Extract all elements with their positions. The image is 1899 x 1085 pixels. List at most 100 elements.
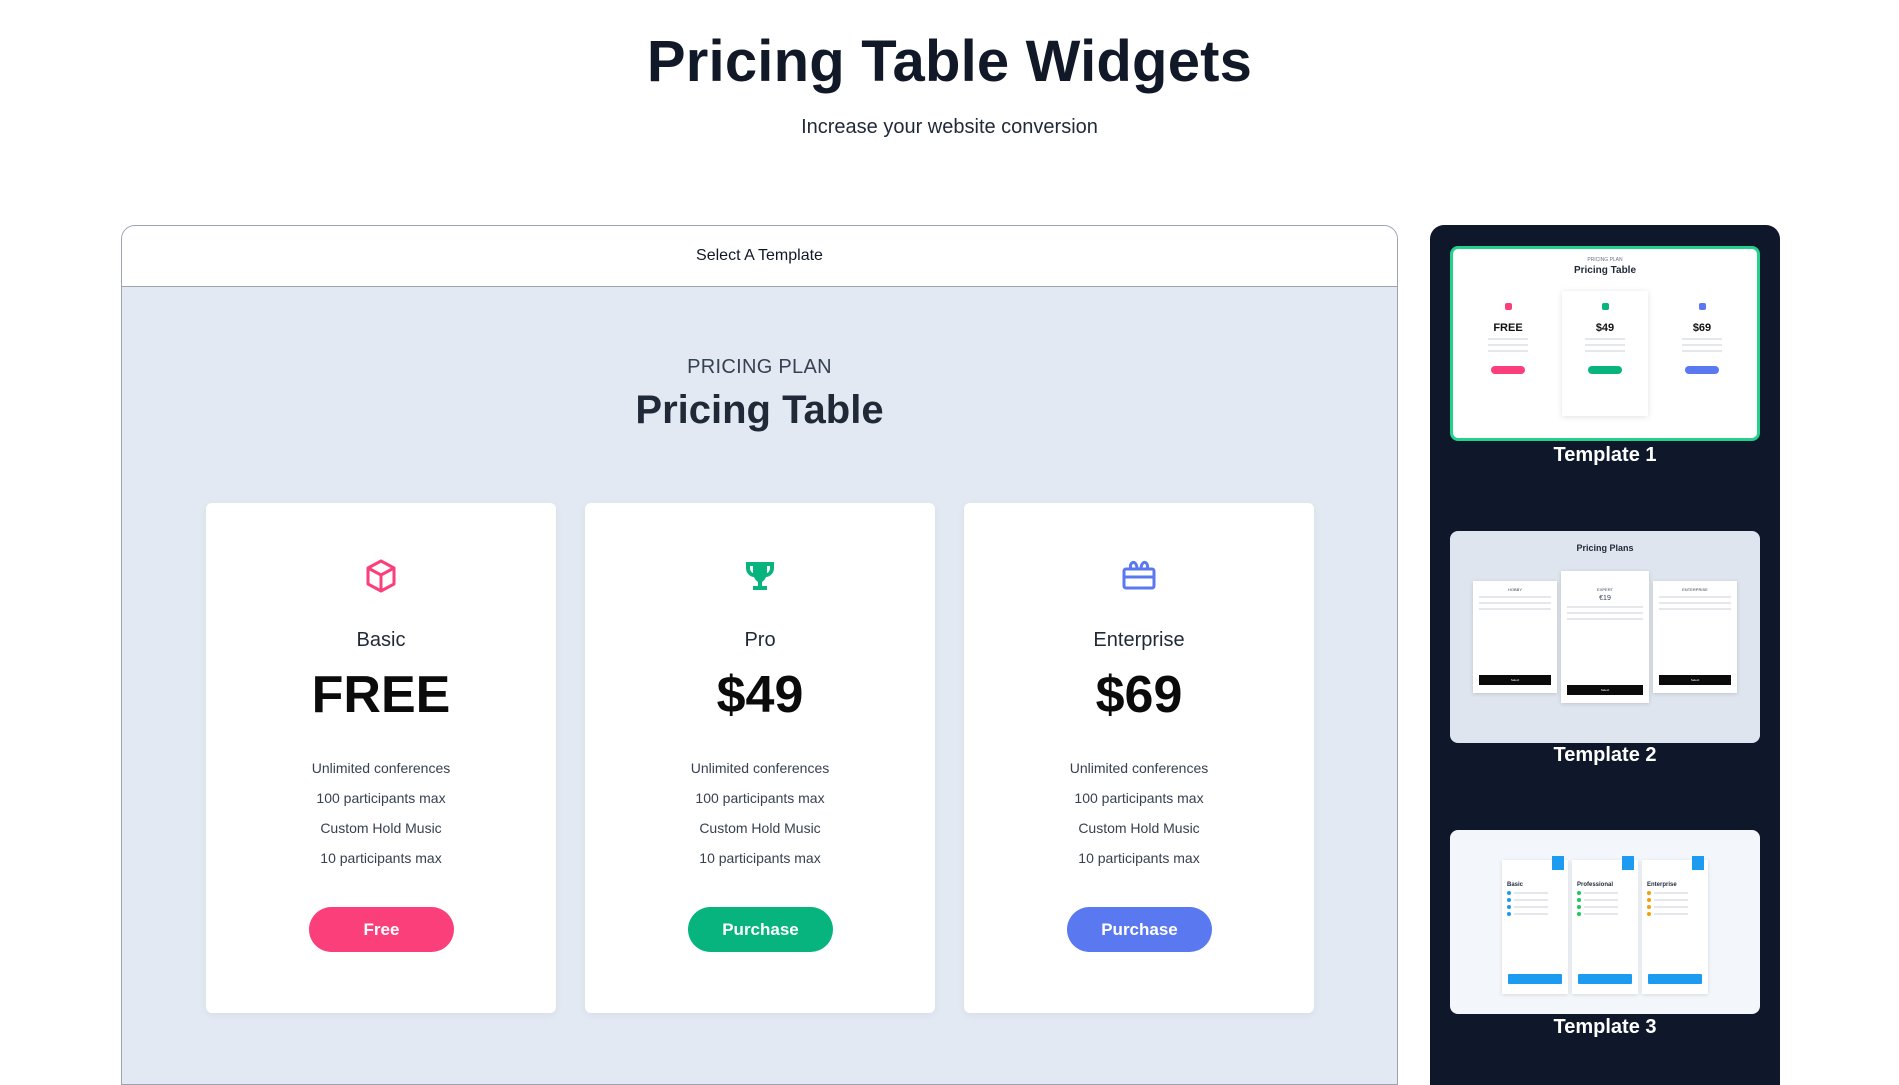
thumb-feature-line <box>1488 350 1528 352</box>
thumb-feature-line <box>1659 602 1731 604</box>
feature-item: Unlimited conferences <box>1069 760 1209 776</box>
feature-item: Custom Hold Music <box>1078 820 1200 836</box>
template-3-thumbnail[interactable]: Basic Professional Enterprise <box>1450 830 1760 1014</box>
template-2-label[interactable]: Template 2 <box>1430 744 1780 767</box>
trophy-icon <box>1601 303 1609 310</box>
thumb-title: Pricing Table <box>1573 265 1637 276</box>
plan-name: Basic <box>356 629 406 651</box>
feature-list: Unlimited conferences 100 participants m… <box>206 757 556 877</box>
thumb-feature-line <box>1479 596 1551 598</box>
thumb-plan-name: ENTERPRISE <box>1682 587 1708 592</box>
purchase-button-enterprise[interactable]: Purchase <box>1067 907 1212 952</box>
thumb-cta <box>1491 366 1525 374</box>
thumb-plan-card: Basic <box>1502 856 1568 994</box>
template-sidebar: PRICING PLAN Pricing Table FREE $49 $69 <box>1430 225 1780 1085</box>
feature-item: Custom Hold Music <box>699 820 821 836</box>
thumb-plan-price: €19 <box>1599 595 1611 602</box>
feature-item: 100 participants max <box>316 790 446 806</box>
thumb-plan-name: Basic <box>1507 882 1524 888</box>
pricing-plan-eyebrow: PRICING PLAN <box>687 356 832 378</box>
thumb-title: Pricing Plans <box>1576 543 1634 553</box>
bookmark-icon <box>1692 856 1704 870</box>
pricing-card-basic: Basic FREE Unlimited conferences 100 par… <box>206 503 556 1013</box>
cube-icon <box>206 558 556 598</box>
thumb-feature-line <box>1682 350 1722 352</box>
template-1-label[interactable]: Template 1 <box>1430 444 1780 467</box>
template-preview: Select A Template PRICING PLAN Pricing T… <box>121 225 1398 1085</box>
bookmark-icon <box>1622 856 1634 870</box>
select-template-label: Select A Template <box>696 247 823 264</box>
bookmark-icon <box>1552 856 1564 870</box>
feature-list: Unlimited conferences 100 participants m… <box>964 757 1314 877</box>
thumb-plan-card: HOBBY Select <box>1473 581 1557 693</box>
thumb-plan-card: EXPERT €19 Select <box>1561 571 1649 703</box>
thumb-cta <box>1588 366 1622 374</box>
pricing-card-enterprise: Enterprise $69 Unlimited conferences 100… <box>964 503 1314 1013</box>
feature-item: 10 participants max <box>320 850 442 866</box>
thumb-eyebrow: PRICING PLAN <box>1587 257 1623 263</box>
feature-item: Unlimited conferences <box>311 760 451 776</box>
thumb-feature-line <box>1585 338 1625 340</box>
feature-item: Custom Hold Music <box>320 820 442 836</box>
thumb-feature-line <box>1567 606 1643 608</box>
thumb-feature-line <box>1479 602 1551 604</box>
thumb-plan-name <box>1659 315 1745 320</box>
plan-name: Pro <box>744 629 776 651</box>
template-1-thumbnail[interactable]: PRICING PLAN Pricing Table FREE $49 $69 <box>1450 246 1760 441</box>
feature-item: 100 participants max <box>1074 790 1204 806</box>
thumb-feature-line <box>1488 344 1528 346</box>
thumb-feature-line <box>1479 608 1551 610</box>
thumb-plan-name <box>1465 315 1551 320</box>
thumb-plan-name <box>1562 315 1648 320</box>
feature-item: Unlimited conferences <box>690 760 830 776</box>
thumb-feature-line <box>1659 608 1731 610</box>
plan-price: $49 <box>716 666 804 724</box>
page-subtitle: Increase your website conversion <box>801 116 1098 138</box>
thumb-feature-line <box>1585 344 1625 346</box>
thumb-plan-name: Professional <box>1577 882 1614 888</box>
plan-name: Enterprise <box>1093 629 1185 651</box>
thumb-plan-column: FREE <box>1465 291 1551 416</box>
thumb-plan-price: FREE <box>1493 322 1523 334</box>
thumb-plan-card: ENTERPRISE Select <box>1653 581 1737 693</box>
thumb-cta <box>1508 974 1562 984</box>
thumb-feature-line <box>1488 338 1528 340</box>
thumb-plan-card: Professional <box>1572 856 1638 994</box>
template-2-thumbnail[interactable]: Pricing Plans HOBBY Select EXPERT €19 Se… <box>1450 531 1760 743</box>
thumb-feature-line <box>1585 350 1625 352</box>
thumb-feature-line <box>1682 344 1722 346</box>
feature-list: Unlimited conferences 100 participants m… <box>585 757 935 877</box>
template-3-label[interactable]: Template 3 <box>1430 1016 1780 1039</box>
pricing-card-pro: Pro $49 Unlimited conferences 100 partic… <box>585 503 935 1013</box>
thumb-plan-card: Enterprise <box>1642 856 1708 994</box>
feature-item: 10 participants max <box>699 850 821 866</box>
thumb-feature-line <box>1567 618 1643 620</box>
gift-box-icon <box>1698 303 1706 310</box>
thumb-plan-price: $49 <box>1595 322 1615 334</box>
thumb-cta <box>1685 366 1719 374</box>
gift-box-icon <box>964 558 1314 598</box>
thumb-plan-name: EXPERT <box>1597 587 1613 592</box>
thumb-plan-name: HOBBY <box>1507 587 1522 592</box>
select-template-bar: Select A Template <box>122 226 1397 287</box>
plan-price: $69 <box>1095 666 1183 724</box>
feature-item: 100 participants max <box>695 790 825 806</box>
plan-price: FREE <box>311 666 451 724</box>
thumb-feature-line <box>1659 596 1731 598</box>
thumb-plan-column: $49 <box>1562 291 1648 416</box>
feature-item: 10 participants max <box>1078 850 1200 866</box>
free-button[interactable]: Free <box>309 907 454 952</box>
thumb-cta: Select <box>1567 685 1643 695</box>
thumb-cta: Select <box>1479 675 1551 685</box>
pricing-table-heading: Pricing Table <box>635 388 884 432</box>
purchase-button-pro[interactable]: Purchase <box>688 907 833 952</box>
thumb-plan-price: $69 <box>1692 322 1712 334</box>
page-title: Pricing Table Widgets <box>646 29 1253 94</box>
thumb-plan-name: Enterprise <box>1647 882 1677 888</box>
trophy-icon <box>585 558 935 598</box>
thumb-cta <box>1578 974 1632 984</box>
thumb-cta <box>1648 974 1702 984</box>
thumb-plan-column: $69 <box>1659 291 1745 416</box>
thumb-feature-line <box>1567 612 1643 614</box>
thumb-cta: Select <box>1659 675 1731 685</box>
